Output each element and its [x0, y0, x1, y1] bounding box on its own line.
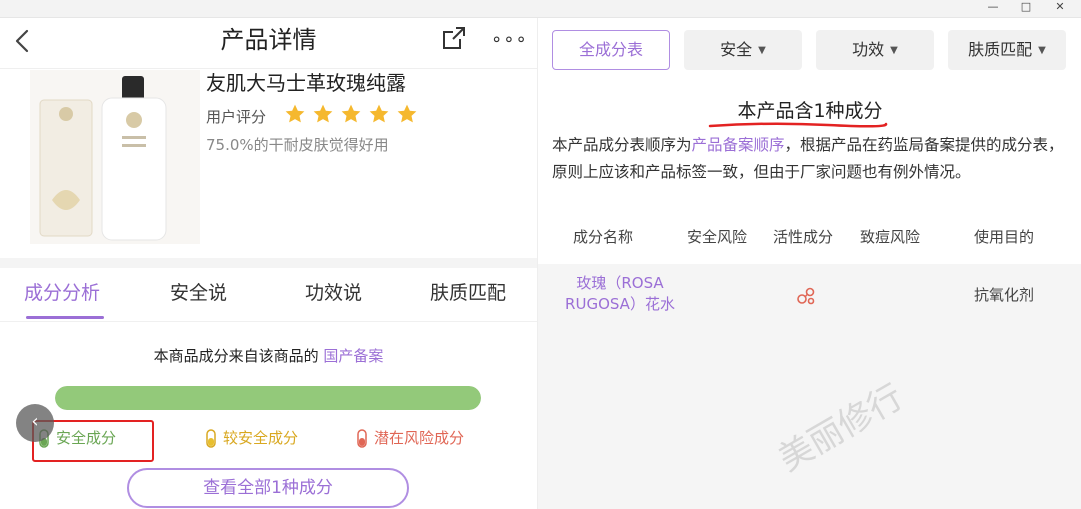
red-tube-icon	[357, 428, 367, 448]
filter-safety[interactable]: 安全 ▼	[684, 30, 802, 70]
column-header-name: 成分名称	[573, 228, 634, 246]
filter-skin-match-label: 肤质匹配	[968, 40, 1033, 59]
ingredient-name-line1: 玫瑰（ROSA	[576, 274, 664, 292]
filter-safety-label: 安全	[720, 40, 753, 59]
product-name: 友肌大马士革玫瑰纯露	[206, 71, 406, 95]
product-detail-panel: 产品详情 ∘∘∘ 友肌大马士革玫瑰纯露 用户评分 75.0%的干耐皮肤觉得好用 …	[0, 18, 537, 509]
star-icon	[313, 104, 333, 123]
legend-risk[interactable]: 潜在风险成分	[356, 426, 464, 450]
tab-efficacy[interactable]: 功效说	[305, 278, 362, 308]
annotation-underline	[708, 122, 888, 128]
active-tab-indicator	[26, 316, 104, 319]
source-text: 本商品成分来自该商品的	[153, 347, 319, 365]
legend-risk-label: 潜在风险成分	[374, 429, 465, 447]
desc-link[interactable]: 产品备案顺序	[692, 136, 785, 154]
chevron-left-circle-icon[interactable]: ‹	[16, 404, 54, 442]
source-link[interactable]: 国产备案	[323, 347, 383, 365]
caret-down-icon: ▼	[758, 44, 766, 56]
star-icon	[285, 104, 305, 123]
close-icon[interactable]: ✕	[1045, 0, 1075, 14]
caret-down-icon: ▼	[890, 44, 898, 56]
star-icon	[341, 104, 361, 123]
tab-bar: 成分分析 安全说 功效说 肤质匹配	[0, 268, 537, 322]
view-all-ingredients-button[interactable]: 查看全部1种成分	[127, 468, 409, 508]
window-title-bar: — □ ✕	[0, 0, 1081, 18]
share-icon[interactable]	[440, 24, 468, 52]
ingredient-source: 本商品成分来自该商品的 国产备案	[0, 344, 537, 368]
column-header-purpose: 使用目的	[974, 228, 1035, 246]
product-image	[30, 70, 200, 244]
dry-skin-stat: 75.0%的干耐皮肤觉得好用	[206, 136, 389, 154]
yellow-tube-icon	[206, 428, 216, 448]
tab-skin-match[interactable]: 肤质匹配	[430, 278, 506, 308]
screen: — □ ✕ 产品详情 ∘∘∘ 友肌大马士革玫瑰纯露 用户评分 75.0%的干耐皮…	[0, 0, 1081, 509]
star-icon	[397, 104, 417, 123]
column-header-active: 活性成分	[773, 228, 834, 246]
section-divider	[0, 258, 537, 268]
filter-efficacy[interactable]: 功效 ▼	[816, 30, 934, 70]
filter-full-list[interactable]: 全成分表	[552, 30, 670, 70]
safe-portion	[55, 386, 481, 410]
ingredient-list-panel: 全成分表 安全 ▼ 功效 ▼ 肤质匹配 ▼ 本产品含1种成分 本产品成分表顺序为产品备…	[537, 18, 1081, 509]
safety-bar	[55, 386, 481, 410]
star-icon	[369, 104, 389, 123]
ingredient-order-description: 本产品成分表顺序为产品备案顺序，根据产品在药监局备案提供的成分表，原则上应该和产…	[552, 132, 1072, 186]
column-header-acne-risk: 致痘风险	[860, 228, 921, 246]
legend-mid-label: 较安全成分	[223, 429, 299, 447]
ingredient-name-line2: RUGOSA）花水	[565, 295, 675, 313]
tab-safety[interactable]: 安全说	[170, 278, 227, 308]
maximize-icon[interactable]: □	[1011, 0, 1041, 14]
active-ingredient-icon	[797, 287, 815, 305]
desc-text-1: 本产品成分表顺序为	[552, 136, 692, 154]
column-header-safety-risk: 安全风险	[687, 228, 748, 246]
ingredient-purpose: 抗氧化剂	[974, 286, 1035, 304]
caret-down-icon: ▼	[1038, 44, 1046, 56]
star-rating	[284, 103, 424, 129]
minimize-icon[interactable]: —	[978, 0, 1008, 14]
tab-ingredient-analysis[interactable]: 成分分析	[24, 278, 100, 308]
rating-label: 用户评分	[206, 108, 267, 126]
table-row[interactable]: 玫瑰（ROSA RUGOSA）花水 抗氧化剂	[538, 264, 1081, 324]
filter-skin-match[interactable]: 肤质匹配 ▼	[948, 30, 1066, 70]
legend-relatively-safe[interactable]: 较安全成分	[205, 426, 298, 450]
more-options-icon[interactable]: ∘∘∘	[491, 29, 528, 50]
filter-efficacy-label: 功效	[852, 40, 885, 59]
ingredient-name[interactable]: 玫瑰（ROSA RUGOSA）花水	[552, 273, 688, 315]
